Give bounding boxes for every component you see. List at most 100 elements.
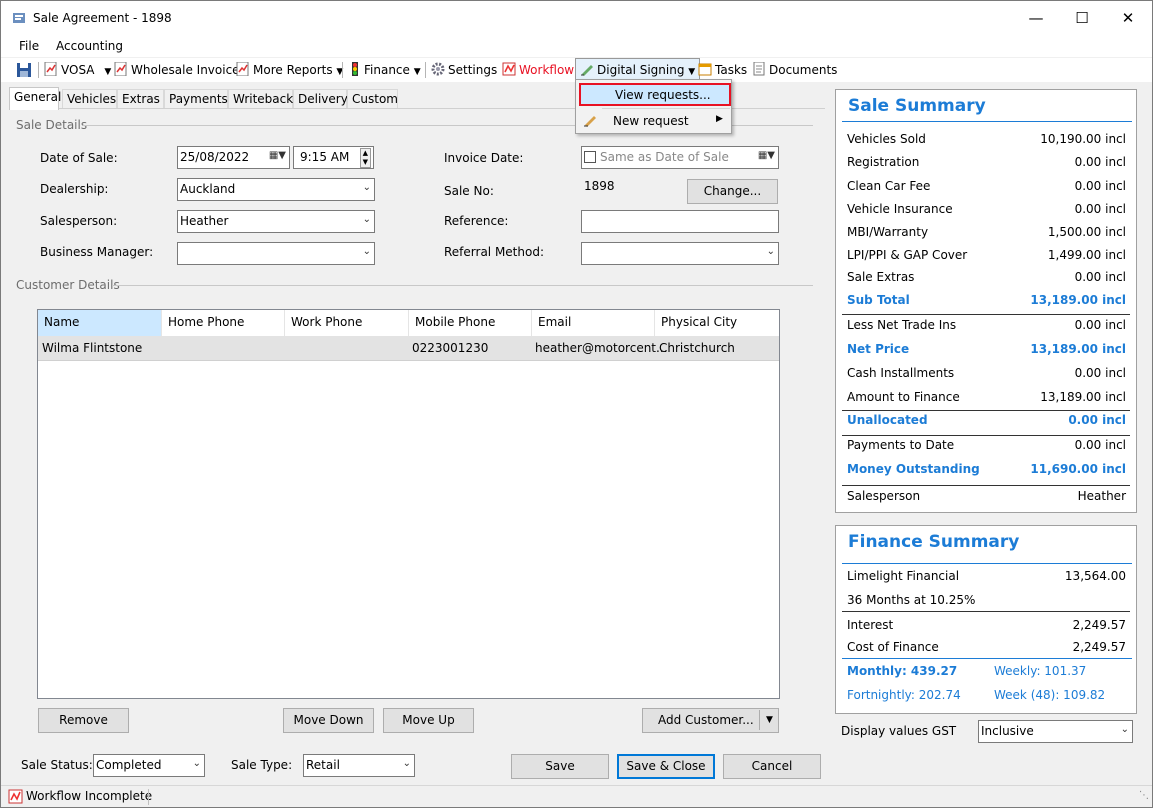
resize-grip-icon[interactable]: ⋱ [1139, 790, 1149, 801]
sale-summary-row: Payments to Date 0.00 incl [847, 438, 1126, 452]
referral-method-label: Referral Method: [444, 245, 544, 259]
summary-value: 0.00 incl [1074, 179, 1126, 193]
sale-details-group-label: Sale Details [16, 118, 88, 132]
tab-custom[interactable]: Custom [347, 89, 398, 109]
date-of-sale-picker[interactable]: 25/08/2022 ▦▼ [177, 146, 290, 169]
status-bar: Workflow Incomplete ⋱ [1, 785, 1152, 807]
sale-summary-row: Salesperson Heather [847, 489, 1126, 503]
summary-value: 1,499.00 incl [1047, 248, 1126, 262]
report-icon [236, 62, 249, 76]
menu-accounting[interactable]: Accounting [56, 39, 123, 53]
cancel-button[interactable]: Cancel [723, 754, 821, 779]
summary-divider [842, 410, 1130, 411]
summary-value: 0.00 incl [1074, 202, 1126, 216]
sale-summary-title: Sale Summary [848, 96, 986, 116]
workflow-icon [502, 62, 516, 76]
time-spinner-icon[interactable]: ▲ ▼ [359, 148, 371, 168]
save-disk-icon[interactable] [16, 62, 32, 78]
maximize-icon[interactable]: ☐ [1059, 1, 1105, 35]
tab-extras[interactable]: Extras [117, 89, 164, 109]
finance-weekly: Weekly: 101.37 [994, 664, 1087, 678]
column-header-name[interactable]: Name [38, 310, 162, 336]
chevron-down-icon: ⌄ [402, 758, 411, 769]
move-down-button[interactable]: Move Down [283, 708, 374, 733]
business-manager-select[interactable]: ⌄ [177, 242, 375, 265]
reference-input[interactable] [581, 210, 779, 233]
minimize-icon[interactable]: — [1013, 1, 1059, 35]
save-button[interactable]: Save [511, 754, 609, 779]
settings-button[interactable]: Settings [431, 62, 497, 77]
report-icon [114, 62, 127, 76]
summary-label: Amount to Finance [847, 390, 960, 404]
calendar-icon [698, 63, 712, 76]
documents-button[interactable]: Documents [752, 62, 837, 77]
chevron-down-icon: ⌄ [362, 246, 371, 257]
sale-summary-panel: Sale Summary Vehicles Sold 10,190.00 incl… [835, 89, 1137, 513]
window-title: Sale Agreement - 1898 [33, 11, 172, 25]
move-up-button[interactable]: Move Up [383, 708, 474, 733]
reference-label: Reference: [444, 214, 509, 228]
cell-name: Wilma Flintstone [42, 341, 143, 355]
summary-value: 0.00 incl [1074, 438, 1126, 452]
sale-type-select[interactable]: Retail ⌄ [303, 754, 415, 777]
sale-status-label: Sale Status: [21, 758, 93, 772]
add-customer-button[interactable]: Add Customer... ▼ [642, 708, 779, 733]
view-requests-menu-item[interactable]: View requests... [579, 83, 731, 106]
column-header-mobile-phone[interactable]: Mobile Phone [409, 310, 532, 336]
summary-value: 0.00 incl [1074, 155, 1126, 169]
wholesale-invoice-button[interactable]: Wholesale Invoice [114, 62, 240, 77]
gear-icon [431, 62, 445, 76]
change-sale-no-button[interactable]: Change... [687, 179, 778, 204]
finance-fortnightly: Fortnightly: 202.74 [847, 688, 961, 702]
workflow-button[interactable]: Workflow [502, 62, 574, 77]
add-customer-dropdown-icon[interactable]: ▼ [766, 709, 773, 731]
sale-summary-row: Less Net Trade Ins 0.00 incl [847, 318, 1126, 332]
salesperson-select[interactable]: Heather ⌄ [177, 210, 375, 233]
table-row[interactable]: Wilma Flintstone 0223001230 heather@moto… [38, 336, 779, 361]
digital-signing-button[interactable]: Digital Signing ▼ [575, 58, 701, 80]
tab-general[interactable]: General [9, 87, 61, 110]
title-bar: Sale Agreement - 1898 — ☐ ✕ [1, 1, 1152, 35]
finance-summary-title: Finance Summary [848, 532, 1020, 552]
dealership-select[interactable]: Auckland ⌄ [177, 178, 375, 201]
tab-payments[interactable]: Payments [164, 89, 228, 109]
menu-file[interactable]: File [19, 39, 39, 53]
sale-status-select[interactable]: Completed ⌄ [93, 754, 205, 777]
same-as-date-checkbox[interactable] [584, 151, 596, 163]
date-of-sale-label: Date of Sale: [40, 151, 118, 165]
chevron-down-icon: ⌄ [362, 182, 371, 193]
tab-vehicles[interactable]: Vehicles [62, 89, 117, 109]
sale-summary-row: Amount to Finance 13,189.00 incl [847, 390, 1126, 404]
summary-value: 11,690.00 incl [1030, 462, 1126, 476]
time-picker[interactable]: 9:15 AM ▲ ▼ [293, 146, 374, 169]
new-request-menu-item[interactable]: New request ▶ [579, 110, 731, 132]
gst-select[interactable]: Inclusive ⌄ [978, 720, 1133, 743]
finance-monthly: Monthly: 439.27 [847, 664, 958, 678]
tab-writeback[interactable]: Writeback [228, 89, 293, 109]
chevron-down-icon: ⌄ [1120, 724, 1129, 735]
summary-label: Sale Extras [847, 270, 915, 284]
column-header-physical-city[interactable]: Physical City [655, 310, 779, 336]
remove-customer-button[interactable]: Remove [38, 708, 129, 733]
column-header-work-phone[interactable]: Work Phone [285, 310, 409, 336]
sale-summary-row: Cash Installments 0.00 incl [847, 366, 1126, 380]
finance-button[interactable]: Finance ▼ [349, 62, 421, 77]
calendar-dropdown-icon: ▦▼ [757, 150, 775, 161]
summary-label: Payments to Date [847, 438, 955, 452]
vosa-button[interactable]: VOSA ▼ [44, 62, 111, 77]
sale-no-value: 1898 [584, 179, 615, 193]
chevron-down-icon: ⌄ [362, 214, 371, 225]
save-and-close-button[interactable]: Save & Close [617, 754, 715, 779]
tasks-button[interactable]: Tasks [698, 62, 747, 77]
tab-delivery[interactable]: Delivery [293, 89, 348, 109]
column-header-home-phone[interactable]: Home Phone [162, 310, 285, 336]
status-text: Workflow Incomplete [26, 789, 153, 803]
referral-method-select[interactable]: ⌄ [581, 242, 779, 265]
finance-cost-row: Cost of Finance 2,249.57 [847, 640, 1126, 654]
summary-label: Vehicle Insurance [847, 202, 953, 216]
sale-summary-row: Unallocated 0.00 incl [847, 413, 1126, 427]
invoice-date-picker[interactable]: Same as Date of Sale ▦▼ [581, 146, 779, 169]
column-header-email[interactable]: Email [532, 310, 655, 336]
close-icon[interactable]: ✕ [1105, 1, 1151, 35]
more-reports-button[interactable]: More Reports ▼ [236, 62, 343, 77]
